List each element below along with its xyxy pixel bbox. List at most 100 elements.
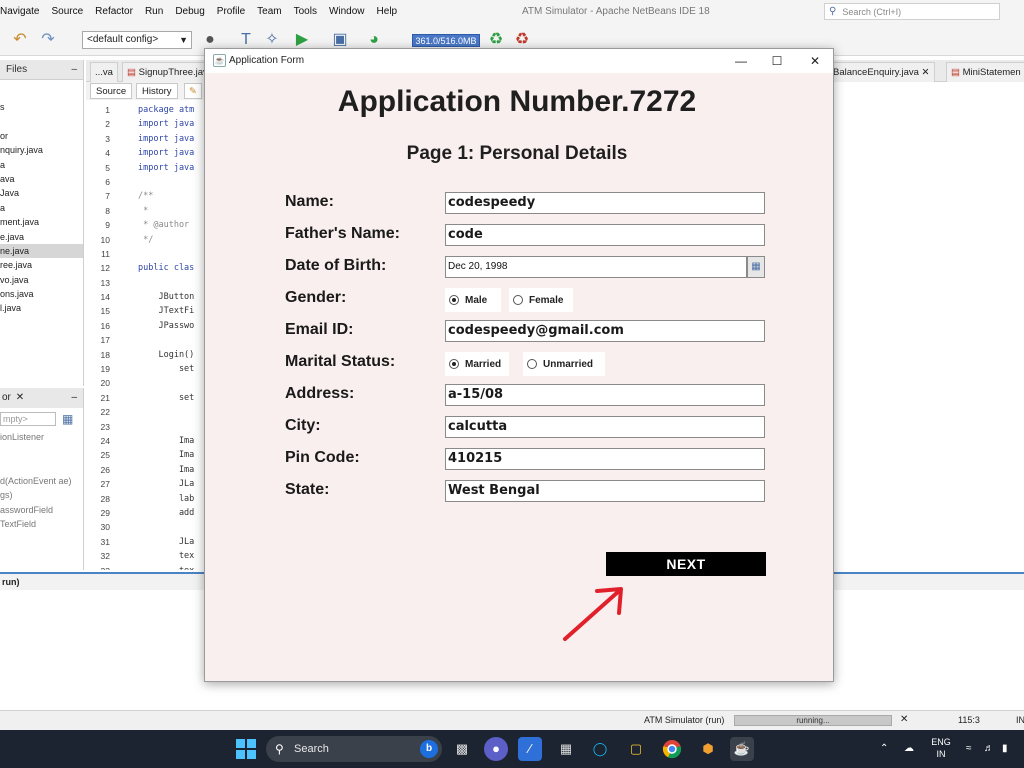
file-list-item[interactable]: ree.java (0, 258, 83, 272)
menu-tools[interactable]: Tools (288, 0, 323, 24)
code-line[interactable] (138, 276, 206, 290)
cloud-icon[interactable]: ☁ (904, 730, 914, 768)
minimize-button[interactable]: — (723, 49, 759, 73)
redo-icon[interactable]: ↷ (38, 30, 58, 50)
file-list-item[interactable]: a (0, 201, 83, 215)
code-line[interactable]: import java (138, 146, 206, 160)
volume-icon[interactable]: ♬ (984, 730, 994, 768)
task-view-icon[interactable]: ▩ (450, 737, 474, 761)
code-line[interactable]: set (138, 362, 206, 376)
language-indicator[interactable]: ENG IN (928, 736, 954, 760)
close-icon[interactable]: ✕ (900, 714, 908, 725)
file-list-item[interactable]: s (0, 100, 83, 114)
code-line[interactable]: import java (138, 117, 206, 131)
running-progress-bar[interactable]: running... (734, 715, 892, 726)
menu-help[interactable]: Help (371, 0, 404, 24)
minimize-icon[interactable]: – (71, 388, 77, 408)
code-line[interactable]: JPasswo (138, 319, 206, 333)
navigator-item[interactable] (0, 445, 83, 460)
code-line[interactable] (138, 376, 206, 390)
code-line[interactable]: */ (138, 233, 206, 247)
code-line[interactable]: tex (138, 564, 206, 571)
undo-icon[interactable]: ↶ (10, 30, 30, 50)
code-line[interactable]: * @author (138, 218, 206, 232)
code-line[interactable]: /** (138, 189, 206, 203)
close-icon[interactable]: ✕ (16, 392, 24, 403)
address-input[interactable]: a-15/08 (445, 384, 765, 406)
bing-icon[interactable]: b (420, 740, 438, 758)
code-line[interactable]: Ima (138, 434, 206, 448)
calendar-icon[interactable]: ▦ (747, 256, 765, 278)
stop-gc-icon[interactable]: ♻ (512, 30, 532, 50)
file-list-item[interactable]: ava (0, 172, 83, 186)
menu-source[interactable]: Source (45, 0, 89, 24)
gender-male-radio[interactable]: Male (445, 288, 501, 312)
email-input[interactable]: codespeedy@gmail.com (445, 320, 765, 342)
close-icon[interactable]: ✕ (922, 67, 930, 78)
running-task-label[interactable]: ATM Simulator (run) (644, 715, 724, 725)
menu-debug[interactable]: Debug (169, 0, 210, 24)
next-button[interactable]: NEXT (606, 552, 766, 576)
navigator-item[interactable]: d(ActionEvent ae) (0, 474, 83, 489)
navigator-item[interactable]: gs) (0, 488, 83, 503)
close-button[interactable]: ✕ (797, 49, 833, 73)
editor-tab-ministatement[interactable]: ▤ MiniStatemen (946, 62, 1024, 82)
store-icon[interactable]: ▦ (554, 737, 578, 761)
maximize-button[interactable]: ☐ (759, 49, 795, 73)
gender-female-radio[interactable]: Female (509, 288, 573, 312)
file-list-item[interactable]: or (0, 129, 83, 143)
navigator-combo[interactable]: mpty> (0, 412, 56, 426)
run-icon[interactable]: ▶ (292, 30, 312, 50)
editor-tab-0[interactable]: ...va (90, 62, 118, 82)
code-area[interactable]: package atm import java import java import … (138, 103, 206, 570)
code-line[interactable]: tex (138, 549, 206, 563)
pin-code-input[interactable]: 410215 (445, 448, 765, 470)
ide-search-input[interactable]: ⚲ Search (Ctrl+I) (824, 3, 1000, 20)
menu-navigate[interactable]: Navigate (0, 0, 45, 24)
code-line[interactable] (138, 520, 206, 534)
code-line[interactable]: JButton (138, 290, 206, 304)
file-list-item[interactable]: nquiry.java (0, 143, 83, 157)
code-line[interactable] (138, 420, 206, 434)
file-list-item[interactable]: ment.java (0, 215, 83, 229)
code-line[interactable]: lab (138, 492, 206, 506)
taskbar-search[interactable]: ⚲ Search b (266, 736, 442, 762)
cortana-icon[interactable]: ◯ (588, 737, 612, 761)
navigator-tab[interactable]: or ✕ – (0, 388, 83, 408)
navigator-item[interactable] (0, 459, 83, 474)
code-line[interactable]: set (138, 391, 206, 405)
navigator-item[interactable]: asswordField (0, 503, 83, 518)
code-line[interactable] (138, 247, 206, 261)
minimize-icon[interactable]: – (71, 60, 77, 80)
code-line[interactable]: JLa (138, 535, 206, 549)
memory-indicator[interactable]: 361.0/516.0MB (412, 34, 480, 47)
globe-icon[interactable]: ● (200, 30, 220, 50)
clean-build-icon[interactable]: ✧ (262, 30, 282, 50)
menu-run[interactable]: Run (139, 0, 169, 24)
code-line[interactable]: Ima (138, 463, 206, 477)
code-line[interactable]: Login() (138, 348, 206, 362)
java-app-taskbar-icon[interactable]: ☕ (730, 737, 754, 761)
file-list-item[interactable]: vo.java (0, 273, 83, 287)
code-line[interactable]: import java (138, 161, 206, 175)
code-line[interactable]: JTextFi (138, 304, 206, 318)
code-line[interactable] (138, 333, 206, 347)
profile-icon[interactable]: ◕ (364, 30, 384, 50)
chat-icon[interactable]: ● (484, 737, 508, 761)
chevron-up-icon[interactable]: ⌃ (880, 730, 888, 768)
file-list-item[interactable]: e.java (0, 230, 83, 244)
code-line[interactable]: JLa (138, 477, 206, 491)
marital-married-radio[interactable]: Married (445, 352, 509, 376)
dob-input[interactable]: Dec 20, 1998 (445, 256, 747, 278)
code-line[interactable]: * (138, 204, 206, 218)
code-line[interactable] (138, 405, 206, 419)
code-line[interactable]: package atm (138, 103, 206, 117)
files-tab[interactable]: Files – (0, 60, 83, 80)
father-name-input[interactable]: code (445, 224, 765, 246)
city-input[interactable]: calcutta (445, 416, 765, 438)
code-editor[interactable]: 1 2 3 4 5 6 7 8 9 10 11 12 13 14 15 16 17 18 19 20 21 22 23 24 2… (86, 100, 206, 570)
windows-start-icon[interactable] (236, 739, 256, 759)
filter-icon[interactable]: ▦ (62, 412, 73, 426)
netbeans-icon[interactable]: ⬢ (696, 737, 720, 761)
menu-profile[interactable]: Profile (211, 0, 251, 24)
